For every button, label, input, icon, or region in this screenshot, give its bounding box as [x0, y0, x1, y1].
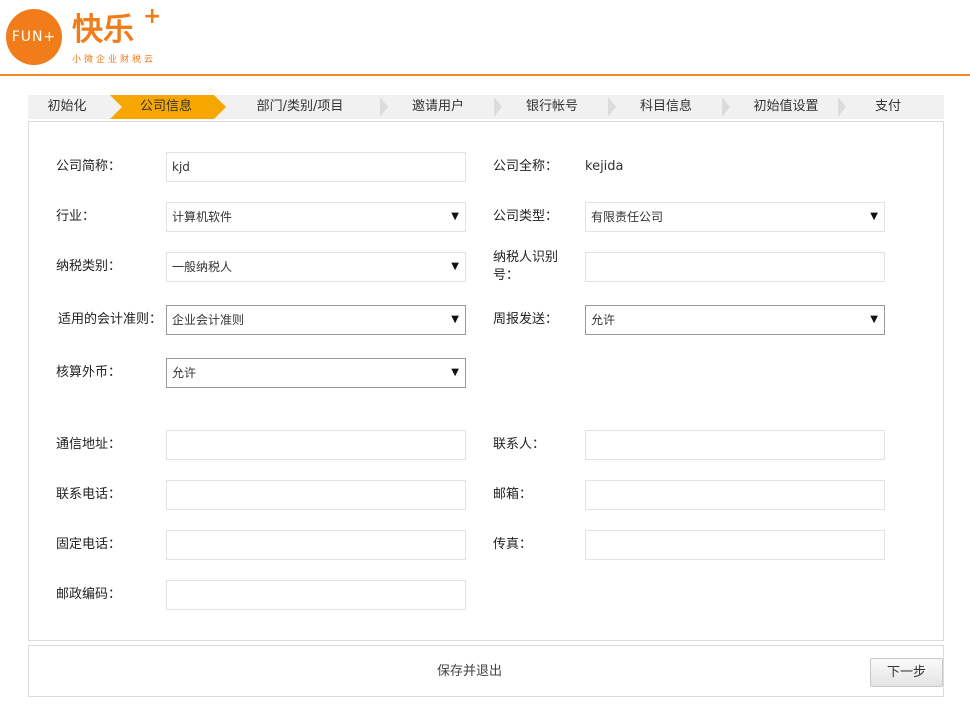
- postcode-input[interactable]: [166, 580, 466, 610]
- step-separator: [838, 97, 846, 117]
- industry-label: 行业：: [56, 209, 96, 224]
- short-name-input[interactable]: kjd: [166, 152, 466, 182]
- landline-input[interactable]: [166, 530, 466, 560]
- dropdown-caret-icon: ▼: [870, 314, 878, 325]
- dropdown-caret-icon: ▼: [451, 211, 459, 222]
- taxpayer-id-label-cont: 号：: [493, 268, 520, 283]
- accounting-standard-label: 适用的会计准则：: [58, 312, 163, 327]
- address-label: 通信地址：: [56, 437, 122, 452]
- email-input[interactable]: [585, 480, 885, 510]
- accounting-standard-select[interactable]: 企业会计准则 ▼: [166, 305, 466, 335]
- full-name-value: kejida: [585, 159, 624, 174]
- step-separator: [608, 97, 616, 117]
- fax-label: 传真：: [493, 537, 533, 552]
- weekly-report-label: 周报发送：: [493, 312, 559, 327]
- save-exit-link[interactable]: 保存并退出: [437, 664, 502, 680]
- foreign-currency-select[interactable]: 允许 ▼: [166, 358, 466, 388]
- taxpayer-id-input[interactable]: [585, 252, 885, 282]
- landline-label: 固定电话：: [56, 537, 122, 552]
- step-payment[interactable]: 支付: [858, 95, 918, 119]
- postcode-label: 邮政编码：: [56, 587, 122, 602]
- contact-label: 联系人：: [493, 437, 546, 452]
- industry-select[interactable]: 计算机软件 ▼: [166, 202, 466, 232]
- industry-selected: 计算机软件: [172, 210, 233, 224]
- phone-label: 联系电话：: [56, 487, 122, 502]
- weekly-report-select[interactable]: 允许 ▼: [585, 305, 885, 335]
- short-name-label: 公司简称：: [56, 159, 122, 174]
- taxpayer-id-label: 纳税人识别: [493, 250, 559, 265]
- brand-tagline: 小微企业财税云: [72, 55, 157, 65]
- step-departments[interactable]: 部门/类别/项目: [238, 95, 362, 119]
- email-label: 邮箱：: [493, 487, 533, 502]
- step-company-info[interactable]: 公司信息: [114, 95, 218, 119]
- company-info-form: 公司简称： kjd 公司全称： kejida 行业： 计算机软件 ▼ 公司类型：…: [28, 121, 944, 641]
- tax-type-select[interactable]: 一般纳税人 ▼: [166, 252, 466, 282]
- step-init[interactable]: 初始化: [28, 95, 106, 119]
- brand-name: 快乐: [72, 12, 134, 48]
- brand-plus: +: [143, 4, 162, 29]
- step-separator: [494, 97, 502, 117]
- tax-type-selected: 一般纳税人: [172, 260, 233, 274]
- dropdown-caret-icon: ▼: [870, 211, 878, 222]
- setup-steps: 初始化 公司信息 部门/类别/项目 邀请用户 银行帐号 科目信息 初始值设置 支…: [28, 95, 944, 119]
- step-separator: [722, 97, 730, 117]
- address-input[interactable]: [166, 430, 466, 460]
- foreign-currency-selected: 允许: [172, 366, 197, 380]
- company-type-selected: 有限责任公司: [591, 210, 664, 224]
- tax-type-label: 纳税类别：: [56, 259, 122, 274]
- dropdown-caret-icon: ▼: [451, 261, 459, 272]
- full-name-label: 公司全称：: [493, 159, 559, 174]
- step-bank-account[interactable]: 银行帐号: [506, 95, 598, 119]
- dropdown-caret-icon: ▼: [451, 367, 459, 378]
- form-footer: 保存并退出 下一步: [28, 645, 944, 697]
- weekly-report-selected: 允许: [591, 313, 616, 327]
- dropdown-caret-icon: ▼: [451, 314, 459, 325]
- fax-input[interactable]: [585, 530, 885, 560]
- step-separator: [380, 97, 388, 117]
- foreign-currency-label: 核算外币：: [56, 365, 122, 380]
- next-step-button[interactable]: 下一步: [870, 658, 943, 687]
- company-type-select[interactable]: 有限责任公司 ▼: [585, 202, 885, 232]
- accounting-standard-selected: 企业会计准则: [172, 313, 245, 327]
- contact-input[interactable]: [585, 430, 885, 460]
- logo: FUN+: [6, 9, 62, 65]
- step-subject-info[interactable]: 科目信息: [620, 95, 712, 119]
- app-header: FUN+ 快乐 + 小微企业财税云: [0, 0, 970, 76]
- company-type-label: 公司类型：: [493, 209, 559, 224]
- step-initial-values[interactable]: 初始值设置: [734, 95, 838, 119]
- phone-input[interactable]: [166, 480, 466, 510]
- step-invite-users[interactable]: 邀请用户: [392, 95, 484, 119]
